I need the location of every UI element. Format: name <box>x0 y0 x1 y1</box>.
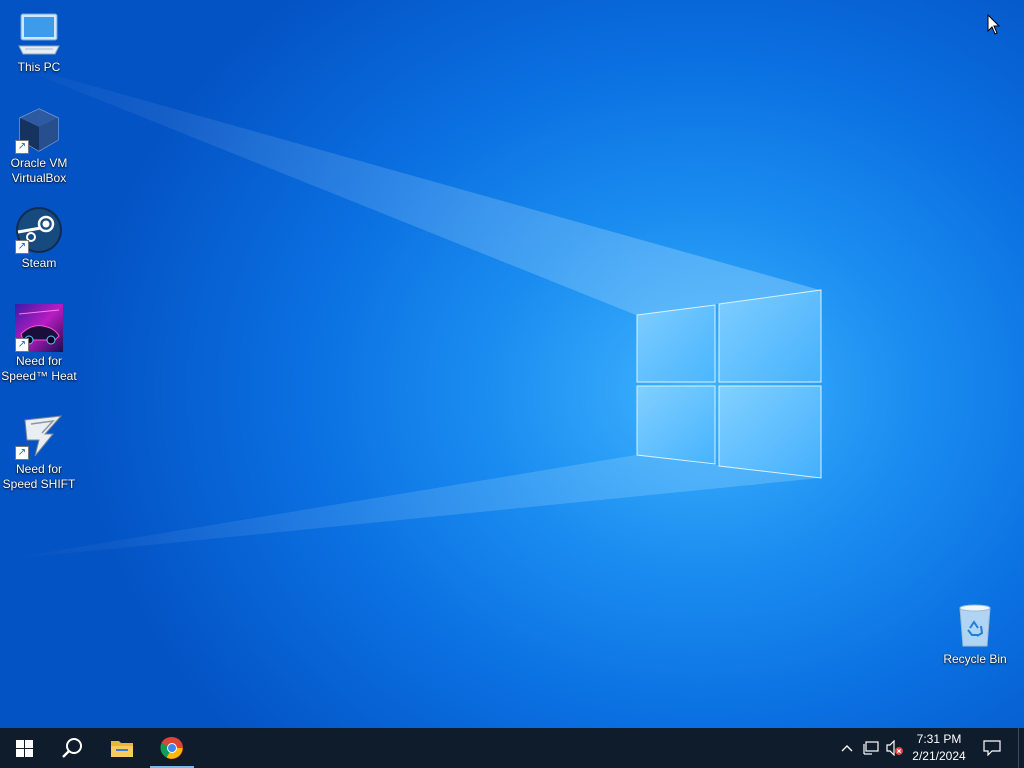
network-button[interactable] <box>860 728 882 768</box>
network-icon <box>863 741 879 755</box>
desktop-icon-label: Speed™ Heat <box>1 369 77 383</box>
desktop-icon-label: This PC <box>17 60 61 74</box>
windows-logo-icon <box>15 739 33 757</box>
desktop-icon-virtualbox[interactable]: ↗ Oracle VM VirtualBox <box>1 106 77 186</box>
clock-date: 2/21/2024 <box>912 749 966 763</box>
desktop[interactable]: This PC ↗ Oracle VM VirtualBox ↗ Steam ↗… <box>0 0 1024 728</box>
notification-icon <box>983 740 1001 756</box>
shortcut-arrow-icon: ↗ <box>15 446 29 460</box>
desktop-icon-label: Steam <box>21 256 57 270</box>
desktop-icon-label: Speed SHIFT <box>2 477 76 491</box>
shortcut-arrow-icon: ↗ <box>15 338 29 352</box>
show-desktop-button[interactable] <box>1018 728 1024 768</box>
desktop-icon-label: Need for <box>15 462 63 476</box>
taskbar-file-explorer[interactable] <box>98 728 146 768</box>
show-hidden-icons-button[interactable] <box>836 728 858 768</box>
desktop-icon-label: Recycle Bin <box>943 652 1007 666</box>
steam-icon: ↗ <box>15 206 63 254</box>
desktop-icon-nfs-heat[interactable]: ↗ Need for Speed™ Heat <box>1 304 77 384</box>
volume-button[interactable] <box>884 728 906 768</box>
mouse-cursor-icon <box>987 14 1001 35</box>
virtualbox-icon: ↗ <box>15 106 63 154</box>
start-button[interactable] <box>0 728 48 768</box>
desktop-icon-nfs-shift[interactable]: ↗ Need for Speed SHIFT <box>1 412 77 492</box>
chevron-up-icon <box>841 745 853 752</box>
chrome-icon <box>160 736 183 759</box>
desktop-icon-label: VirtualBox <box>11 171 67 185</box>
clock[interactable]: 7:31 PM 2/21/2024 <box>905 728 973 768</box>
desktop-icon-steam[interactable]: ↗ Steam <box>1 206 77 271</box>
desktop-icon-this-pc[interactable]: This PC <box>1 10 77 75</box>
desktop-icon-label: Oracle VM <box>10 156 68 170</box>
action-center-button[interactable] <box>978 728 1006 768</box>
taskbar-chrome[interactable] <box>148 728 196 768</box>
wallpaper <box>0 60 822 560</box>
computer-icon <box>15 10 63 58</box>
search-button[interactable] <box>48 728 96 768</box>
shortcut-arrow-icon: ↗ <box>15 140 29 154</box>
nfs-shift-icon: ↗ <box>15 412 63 460</box>
recycle-bin-icon <box>951 602 999 650</box>
taskbar: 7:31 PM 2/21/2024 <box>0 728 1024 768</box>
desktop-icon-label: Need for <box>15 354 63 368</box>
desktop-icon-recycle-bin[interactable]: Recycle Bin <box>937 602 1013 667</box>
nfs-heat-icon: ↗ <box>15 304 63 352</box>
search-icon <box>62 738 82 758</box>
shortcut-arrow-icon: ↗ <box>15 240 29 254</box>
volume-muted-icon <box>886 740 903 756</box>
clock-time: 7:31 PM <box>916 732 962 746</box>
file-explorer-icon <box>111 741 133 757</box>
